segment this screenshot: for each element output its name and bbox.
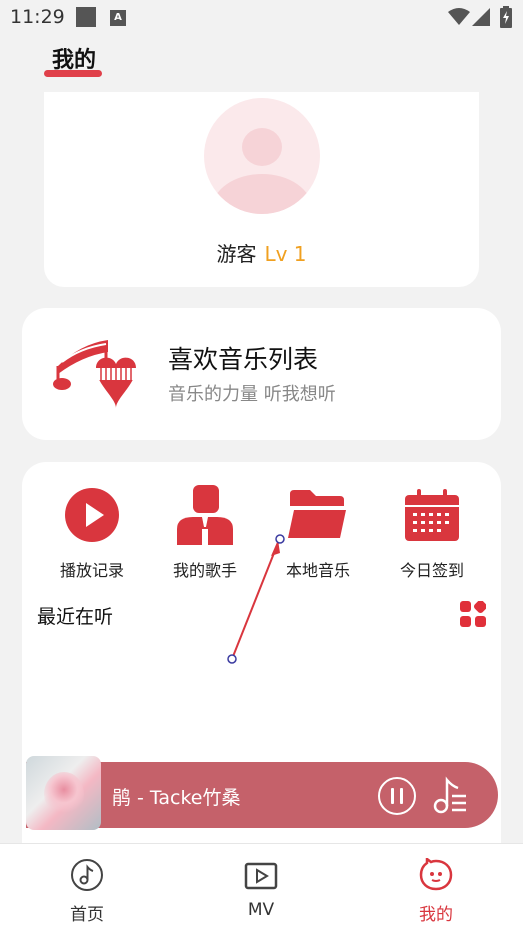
mine-face-icon	[419, 856, 453, 891]
heart-piano-icon	[53, 340, 136, 408]
text-notification-icon: A	[110, 10, 126, 26]
grid-menu-icon[interactable]	[460, 601, 486, 627]
folder-icon	[288, 490, 346, 538]
notification-icon	[76, 7, 96, 27]
video-play-icon	[244, 862, 278, 890]
play-history-button[interactable]: 播放记录	[42, 485, 142, 581]
nav-mine[interactable]: 我的	[391, 856, 481, 925]
favorites-title: 喜欢音乐列表	[168, 345, 319, 374]
avatar[interactable]	[204, 98, 320, 214]
recent-listening-title: 最近在听	[37, 606, 114, 628]
username-row: 游客 Lv 1	[0, 238, 523, 267]
avatar-body-shape	[212, 174, 312, 214]
now-playing-title: 鹃 - Tacke竹桑	[112, 787, 241, 809]
nav-mv-label: MV	[247, 900, 275, 920]
avatar-head-shape	[242, 128, 282, 166]
album-art-figure	[44, 772, 84, 816]
album-art[interactable]	[26, 756, 101, 830]
nav-mine-label: 我的	[419, 905, 453, 925]
play-history-label: 播放记录	[59, 561, 124, 580]
signal-icon	[472, 8, 490, 26]
wifi-icon	[448, 8, 470, 25]
my-singers-label: 我的歌手	[172, 561, 237, 580]
nav-home[interactable]: 首页	[42, 858, 132, 925]
calendar-icon	[405, 489, 459, 541]
pause-button[interactable]	[378, 777, 416, 815]
local-music-label: 本地音乐	[285, 561, 350, 580]
my-singers-button[interactable]: 我的歌手	[155, 485, 255, 581]
singer-icon	[177, 485, 233, 545]
title-underline	[44, 70, 102, 77]
daily-checkin-label: 今日签到	[399, 561, 464, 580]
play-circle-icon	[65, 488, 119, 542]
status-time: 11:29	[10, 6, 65, 28]
daily-checkin-button[interactable]: 今日签到	[382, 485, 482, 581]
music-note-icon	[71, 859, 103, 891]
nav-mv[interactable]: MV	[216, 858, 306, 920]
local-music-button[interactable]: 本地音乐	[268, 485, 368, 581]
battery-icon	[500, 6, 512, 28]
status-bar: 11:29 A	[0, 0, 523, 36]
pause-icon	[391, 788, 403, 804]
username: 游客	[216, 242, 257, 266]
playlist-icon[interactable]	[432, 776, 468, 814]
favorites-subtitle: 音乐的力量 听我想听	[168, 384, 336, 405]
nav-home-label: 首页	[70, 905, 104, 925]
level-badge: Lv 1	[264, 242, 307, 266]
